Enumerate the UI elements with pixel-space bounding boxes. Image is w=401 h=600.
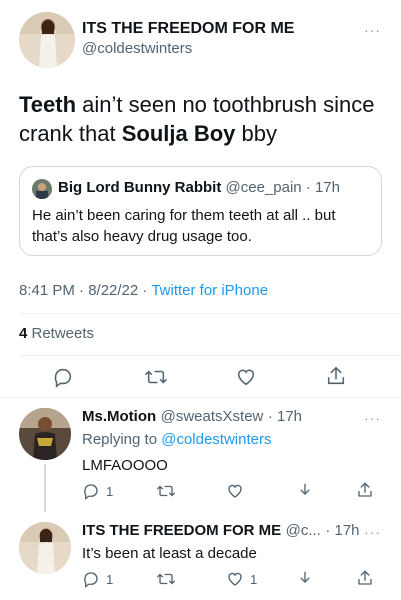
reply-icon[interactable] [52,366,74,388]
reply-handle[interactable]: @sweatsXstew [161,408,264,425]
thread-line [44,464,46,512]
more-options-icon[interactable]: ··· [364,524,381,540]
timestamp: 8:41 PM · 8/22/22 · [19,282,152,299]
share-icon[interactable] [356,569,374,587]
tweet-text-part-4: bby [235,121,277,146]
divider [19,355,401,356]
reply-time[interactable]: · 17h [325,522,359,539]
tweet-text: Teeth ain’t seen no toothbrush since cra… [19,90,384,148]
retweets-stat[interactable]: 4 Retweets [19,325,94,342]
display-name[interactable]: ITS THE FREEDOM FOR ME [82,20,294,38]
like-icon[interactable] [235,366,257,388]
retweet-icon[interactable] [156,570,176,588]
reply-count: 1 [106,571,114,587]
download-icon[interactable] [296,570,314,588]
reply-text: LMFAOOOO [82,457,168,474]
like-count: 1 [250,571,258,587]
quoted-text: He ain’t been caring for them teeth at a… [32,207,336,245]
tweet-meta: 8:41 PM · 8/22/22 · Twitter for iPhone [19,282,268,299]
user-handle[interactable]: @coldestwinters [82,40,192,57]
reply-text: It’s been at least a decade [82,545,257,562]
replying-prefix: Replying to [82,431,162,448]
like-icon[interactable] [226,482,244,500]
reply-count: 1 [106,483,114,499]
more-options-icon[interactable]: ··· [364,410,381,426]
tweet-text-bold-2: Soulja Boy [121,121,236,146]
reply-display-name[interactable]: Ms.Motion [82,408,156,425]
replying-to: Replying to @coldestwinters [82,430,272,450]
reply-time[interactable]: · 17h [268,408,302,425]
more-options-icon[interactable]: ··· [364,22,381,38]
retweet-icon[interactable] [156,482,176,500]
reply-display-name[interactable]: ITS THE FREEDOM FOR ME [82,522,281,539]
replying-to-link[interactable]: @coldestwinters [161,431,271,448]
reply-icon[interactable]: 1 [82,482,113,500]
tweet-text-bold-1: Teeth [19,92,77,117]
share-icon[interactable] [356,481,374,499]
quoted-tweet[interactable]: Big Lord Bunny Rabbit @cee_pain · 17h He… [19,166,382,256]
divider [19,313,401,314]
quoted-avatar [32,179,52,199]
avatar[interactable] [19,408,71,460]
reply-handle[interactable]: @c... [286,522,321,539]
download-icon[interactable] [296,482,314,500]
share-icon[interactable] [325,365,347,387]
avatar[interactable] [19,522,71,574]
quoted-time: · 17h [305,179,340,196]
quoted-display-name: Big Lord Bunny Rabbit [58,179,222,196]
quoted-handle: @cee_pain [225,179,302,196]
divider [0,397,401,398]
reply-icon[interactable]: 1 [82,570,113,588]
retweets-label: Retweets [27,325,95,342]
source-link[interactable]: Twitter for iPhone [151,282,268,299]
avatar[interactable] [19,12,75,68]
like-icon[interactable]: 1 [226,570,257,588]
retweet-icon[interactable] [144,366,168,388]
